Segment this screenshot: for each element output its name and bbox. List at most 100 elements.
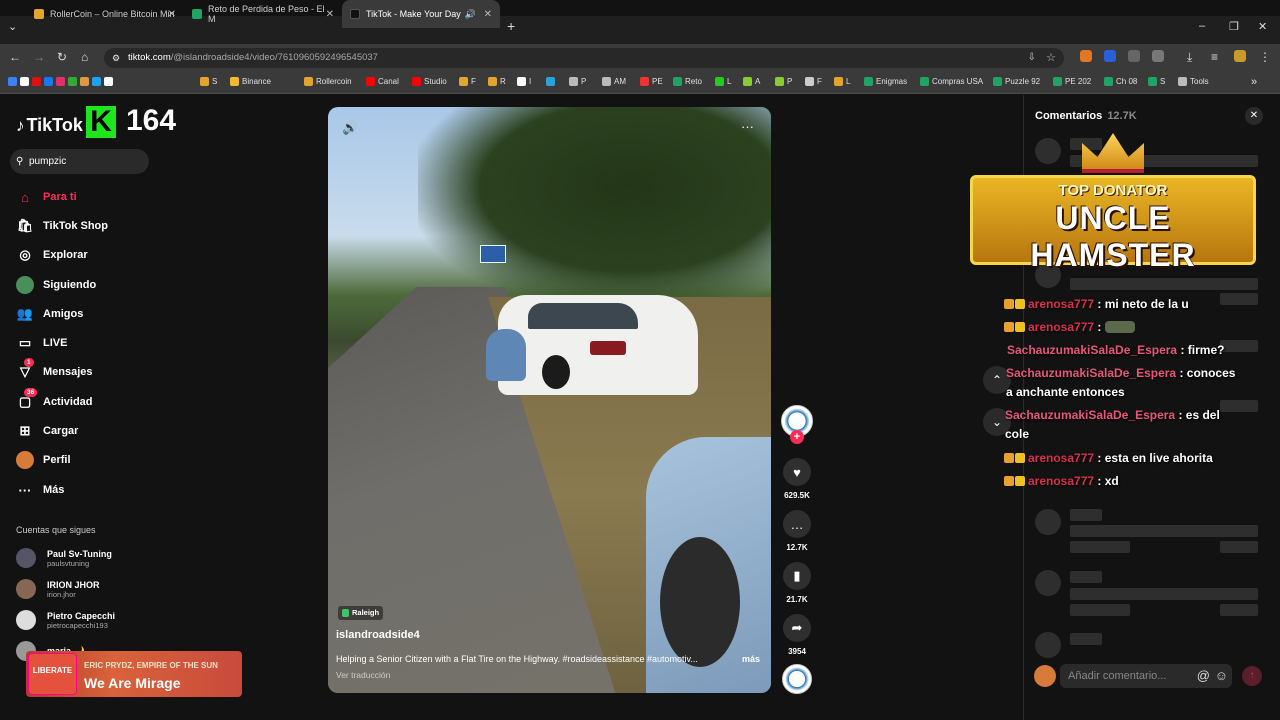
bookmark-l[interactable]: L [715, 77, 731, 86]
maximize-button[interactable]: ❐ [1229, 20, 1239, 33]
nav-mas[interactable]: ··· Más [16, 481, 65, 499]
volume-icon[interactable]: 🔊 [342, 120, 358, 136]
close-window-button[interactable]: ✕ [1258, 20, 1267, 33]
close-tab-icon[interactable]: ✕ [168, 9, 176, 20]
emoji-icon[interactable]: ☺ [1215, 664, 1228, 688]
bookmark-telegram[interactable] [546, 77, 558, 86]
minimize-button[interactable]: – [1199, 20, 1205, 32]
upload-icon: ⊞ [19, 423, 31, 438]
extension-shield-icon[interactable] [1104, 50, 1116, 62]
nav-explorar[interactable]: ◎ Explorar [16, 246, 87, 264]
bookmark-a[interactable]: A [743, 77, 760, 86]
bookmark-puzzle-92[interactable]: Puzzle 92 [993, 77, 1040, 86]
bookmark-star-icon[interactable]: ☆ [1046, 48, 1056, 68]
like-action[interactable]: ♥ 629.5K [783, 458, 811, 500]
video-description: Helping a Senior Citizen with a Flat Tir… [336, 654, 760, 664]
site-info-icon[interactable]: ⚙ [112, 48, 120, 68]
more-options-icon[interactable]: ··· [741, 119, 754, 134]
back-button[interactable]: ← [9, 50, 21, 64]
bookmark-r[interactable]: R [488, 77, 506, 86]
following-item[interactable]: IRION JHOR irion.jhor [16, 579, 100, 599]
nav-amigos[interactable]: 👥 Amigos [16, 305, 83, 323]
media-control-icon[interactable]: ≡ [1211, 50, 1218, 64]
nav-cargar[interactable]: ⊞ Cargar [16, 422, 79, 440]
video-author[interactable]: islandroadside4 [336, 629, 420, 641]
bookmark-icon: ▮ [783, 562, 811, 590]
audio-playing-icon[interactable]: 🔊 [465, 9, 476, 20]
more-link[interactable]: más [742, 654, 760, 664]
tab-tiktok[interactable]: TikTok - Make Your Day 🔊 ✕ [342, 0, 500, 28]
post-comment-button[interactable]: ↑ [1242, 666, 1262, 686]
reload-button[interactable]: ↻ [57, 50, 67, 64]
comments-count: 12.7K [1107, 110, 1137, 122]
bookmark-tools[interactable]: Tools [1178, 77, 1209, 86]
nav-para-ti[interactable]: ⌂ Para ti [16, 188, 77, 206]
bookmark-f[interactable]: F [459, 77, 476, 86]
following-item[interactable]: Pietro Capecchi pietrocapecchi193 [16, 610, 115, 630]
bookmark-enigmas[interactable]: Enigmas [864, 77, 907, 86]
profile-extension-icon[interactable] [1234, 50, 1246, 62]
bookmark-pe-202[interactable]: PE 202 [1053, 77, 1091, 86]
address-bar[interactable]: ⚙ tiktok.com/@islandroadside4/video/7610… [104, 48, 1064, 68]
new-tab-button[interactable]: + [507, 18, 515, 34]
extension-grid-icon[interactable] [1128, 50, 1140, 62]
bookmark-rollercoin[interactable]: Rollercoin [304, 77, 352, 86]
nav-perfil[interactable]: Perfil [16, 451, 71, 469]
extensions-puzzle-icon[interactable] [1152, 50, 1164, 62]
bookmark-p[interactable]: P [775, 77, 792, 86]
bookmark-studio[interactable]: Studio [412, 77, 447, 86]
share-action[interactable]: ➦ 3954 [783, 614, 811, 656]
save-action[interactable]: ▮ 21.7K [783, 562, 811, 604]
nav-live[interactable]: ▭ LIVE [16, 334, 68, 352]
close-comments-button[interactable]: ✕ [1245, 107, 1263, 125]
tab-search-button[interactable]: ⌄ [8, 20, 17, 33]
video-player[interactable] [328, 107, 771, 693]
extension-metamask-icon[interactable] [1080, 50, 1092, 62]
avatar [16, 548, 36, 568]
bookmark-icon-only[interactable] [8, 77, 116, 86]
bookmark-f2[interactable]: F [805, 77, 822, 86]
sound-avatar[interactable] [782, 664, 812, 694]
chat-user: arenosa777 [1028, 451, 1095, 465]
nav-mensajes[interactable]: ▽ 1 Mensajes [16, 358, 93, 381]
tab-reto[interactable]: Reto de Perdida de Peso - El M ✕ [184, 0, 342, 28]
bookmark-pe[interactable]: PE [640, 77, 663, 86]
translate-link[interactable]: Ver traducción [336, 670, 390, 680]
downloads-icon[interactable]: ⤓ [1187, 50, 1192, 65]
nav-label: Para ti [43, 191, 77, 203]
mention-icon[interactable]: @ [1197, 664, 1210, 688]
nav-actividad[interactable]: ▢ 36 Actividad [16, 388, 93, 411]
bookmark-l2[interactable]: L [834, 77, 850, 86]
follow-plus-button[interactable]: + [790, 430, 804, 444]
comment-input[interactable]: Añadir comentario... @ ☺ [1060, 664, 1232, 688]
browser-menu-icon[interactable]: ⋮ [1259, 50, 1271, 64]
install-icon[interactable]: ⇩ [1028, 48, 1036, 68]
bookmark-i[interactable]: I [517, 77, 531, 86]
bookmark-canal[interactable]: Canal [366, 77, 399, 86]
bookmarks-overflow-icon[interactable]: » [1251, 76, 1257, 88]
tab-rollercoin[interactable]: RollerCoin – Online Bitcoin Min ✕ [26, 0, 184, 28]
bookmark-ch-08[interactable]: Ch 08 [1104, 77, 1137, 86]
bookmark-s[interactable]: S [200, 77, 217, 86]
bookmark-reto[interactable]: Reto [673, 77, 702, 86]
bookmark-s2[interactable]: S [1148, 77, 1165, 86]
nav-siguiendo[interactable]: Siguiendo [16, 276, 96, 294]
close-tab-icon[interactable]: ✕ [484, 9, 492, 20]
bookmark-binance[interactable]: Binance [230, 77, 271, 86]
chat-text: : xd [1097, 474, 1119, 488]
bookmark-compras-usa[interactable]: Compras USA [920, 77, 983, 86]
nav-tiktok-shop[interactable]: 🛍 TikTok Shop [16, 217, 108, 235]
badge-icon [1004, 476, 1014, 486]
comment-action[interactable]: … 12.7K [783, 510, 811, 552]
forward-button[interactable]: → [33, 50, 45, 64]
close-tab-icon[interactable]: ✕ [326, 9, 334, 20]
comment-skeleton-line [1070, 571, 1102, 583]
location-tag[interactable]: Raleigh [338, 606, 384, 620]
following-item[interactable]: Paul Sv-Tuning paulsvtuning [16, 548, 112, 568]
search-input[interactable]: ⚲ pumpzic [10, 149, 149, 174]
bookmark-folder-p[interactable]: P [569, 77, 586, 86]
search-icon: ⚲ [16, 156, 24, 167]
bookmark-am[interactable]: AM [602, 77, 626, 86]
tiktok-logo[interactable]: ♪ TikTok [16, 115, 83, 136]
home-button[interactable]: ⌂ [81, 50, 88, 64]
